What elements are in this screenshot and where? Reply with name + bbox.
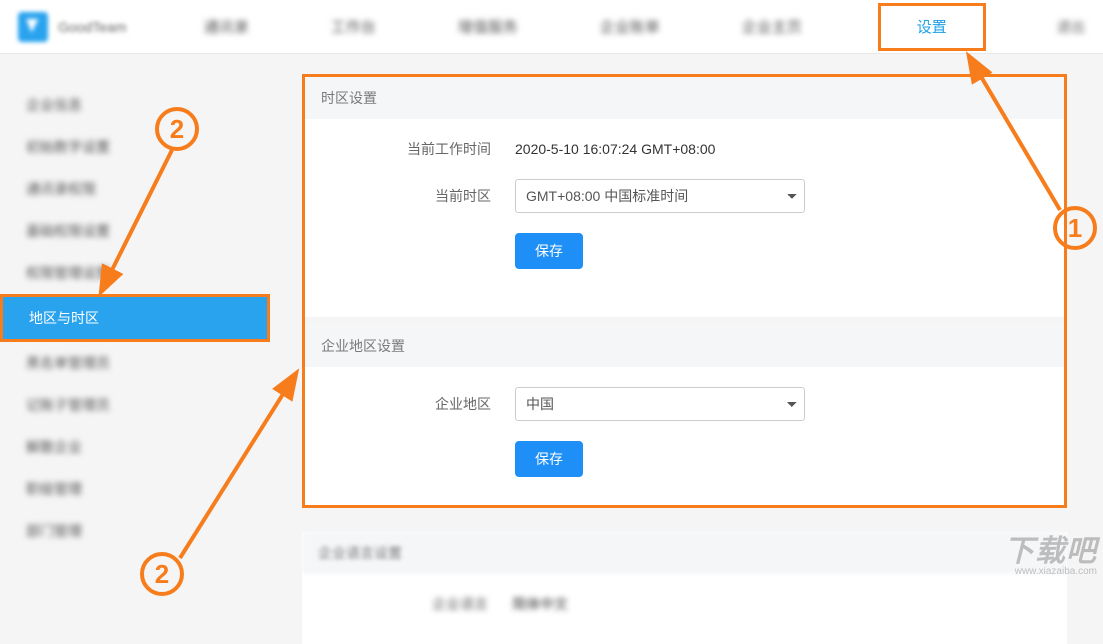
sidebar-item-blacklist-admin[interactable]: 黑名单管理员 xyxy=(0,342,270,384)
sidebar-item-contacts-perm[interactable]: 通讯录权限 xyxy=(0,168,270,210)
watermark-url: www.xiazaiba.com xyxy=(1004,566,1097,577)
sidebar-item-accounting-admin[interactable]: 记账子管理员 xyxy=(0,384,270,426)
logo-icon xyxy=(18,12,48,42)
current-tz-label: 当前时区 xyxy=(335,186,515,206)
language-value: 简体中文 xyxy=(512,594,1037,614)
save-region-button[interactable]: 保存 xyxy=(515,441,583,477)
sidebar-item-dissolve[interactable]: 解散企业 xyxy=(0,426,270,468)
nav-settings-highlight: 设置 xyxy=(878,3,986,51)
nav-contacts[interactable]: 通讯录 xyxy=(198,16,255,37)
nav-settings[interactable]: 设置 xyxy=(911,0,953,54)
region-panel-title: 企业地区设置 xyxy=(305,325,1064,367)
sidebar-item-company-info[interactable]: 企业信息 xyxy=(0,84,270,126)
topbar: GoodTeam 通讯录 工作台 增值服务 企业账单 企业主页 设置 退出 xyxy=(0,0,1103,54)
sidebar-active-highlight: 地区与时区 xyxy=(0,294,270,342)
region-select[interactable]: 中国 xyxy=(515,387,805,421)
timezone-select[interactable]: GMT+08:00 中国标准时间 xyxy=(515,179,805,213)
sidebar-item-initial-digits[interactable]: 初始数字设置 xyxy=(0,126,270,168)
sidebar-item-perm-mgmt[interactable]: 权限管理设置 xyxy=(0,252,270,294)
annotation-circle-1: 1 xyxy=(1053,206,1097,250)
timezone-panel-title: 时区设置 xyxy=(305,77,1064,119)
save-timezone-button[interactable]: 保存 xyxy=(515,233,583,269)
watermark: 下载吧 www.xiazaiba.com xyxy=(1004,526,1097,577)
brand-name: GoodTeam xyxy=(58,19,126,35)
sidebar: 企业信息 初始数字设置 通讯录权限 基础权限设置 权限管理设置 地区与时区 黑名… xyxy=(0,64,270,644)
sidebar-item-region-timezone[interactable]: 地区与时区 xyxy=(3,297,267,339)
settings-highlight-box: 时区设置 当前工作时间 2020-5-10 16:07:24 GMT+08:00… xyxy=(302,74,1067,508)
region-label: 企业地区 xyxy=(335,394,515,414)
watermark-text: 下载吧 xyxy=(1004,526,1097,570)
topbar-left: GoodTeam xyxy=(0,12,126,42)
main: 时区设置 当前工作时间 2020-5-10 16:07:24 GMT+08:00… xyxy=(270,64,1103,644)
top-nav: 通讯录 工作台 增值服务 企业账单 企业主页 设置 xyxy=(126,3,1057,51)
current-work-time-label: 当前工作时间 xyxy=(335,139,515,159)
language-label: 企业语言 xyxy=(332,594,512,614)
sidebar-item-dept-mgmt[interactable]: 部门管理 xyxy=(0,510,270,552)
current-work-time-value: 2020-5-10 16:07:24 GMT+08:00 xyxy=(515,141,1034,157)
logout[interactable]: 退出 xyxy=(1057,17,1103,37)
nav-homepage[interactable]: 企业主页 xyxy=(736,16,808,37)
annotation-circle-2-bottom: 2 xyxy=(140,552,184,596)
language-panel-title: 企业语言设置 xyxy=(302,532,1067,574)
nav-billing[interactable]: 企业账单 xyxy=(594,16,666,37)
sidebar-item-rank-mgmt[interactable]: 职级管理 xyxy=(0,468,270,510)
nav-workbench[interactable]: 工作台 xyxy=(325,16,382,37)
region-panel: 企业地区设置 企业地区 中国 保存 xyxy=(305,325,1064,505)
sidebar-item-basic-perm[interactable]: 基础权限设置 xyxy=(0,210,270,252)
annotation-circle-2-top: 2 xyxy=(155,107,199,151)
language-panel: 企业语言设置 企业语言 简体中文 xyxy=(302,532,1067,644)
timezone-panel: 时区设置 当前工作时间 2020-5-10 16:07:24 GMT+08:00… xyxy=(305,77,1064,317)
nav-vas[interactable]: 增值服务 xyxy=(452,16,524,37)
